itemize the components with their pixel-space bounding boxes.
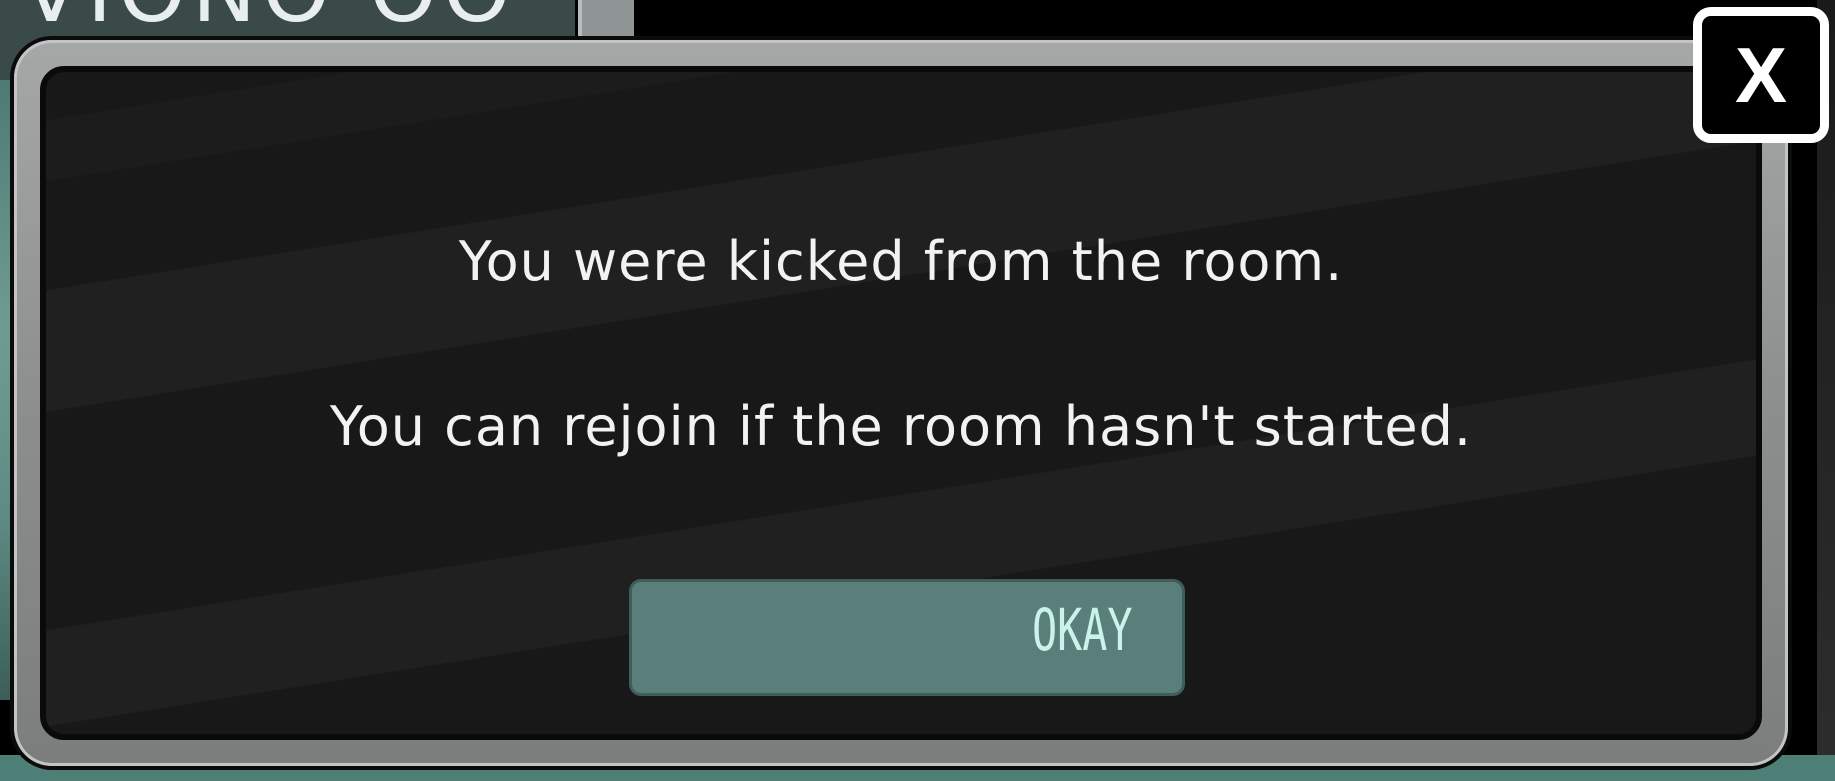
rejoin-message: You can rejoin if the room hasn't starte… bbox=[329, 395, 1473, 458]
kicked-dialog: You were kicked from the room. You can r… bbox=[14, 40, 1788, 766]
okay-button-label: OKAY bbox=[1032, 596, 1133, 664]
kicked-message: You were kicked from the room. bbox=[458, 230, 1344, 293]
okay-button[interactable]: OKAY bbox=[629, 579, 1185, 696]
close-icon: X bbox=[1734, 31, 1788, 119]
close-button[interactable]: X bbox=[1693, 7, 1829, 143]
background-partial-text: VIONO OO bbox=[22, 0, 517, 42]
game-screen: VIONO OO You were kicked from the room. … bbox=[0, 0, 1835, 781]
background-post bbox=[578, 0, 634, 40]
dialog-panel: You were kicked from the room. You can r… bbox=[40, 66, 1762, 740]
